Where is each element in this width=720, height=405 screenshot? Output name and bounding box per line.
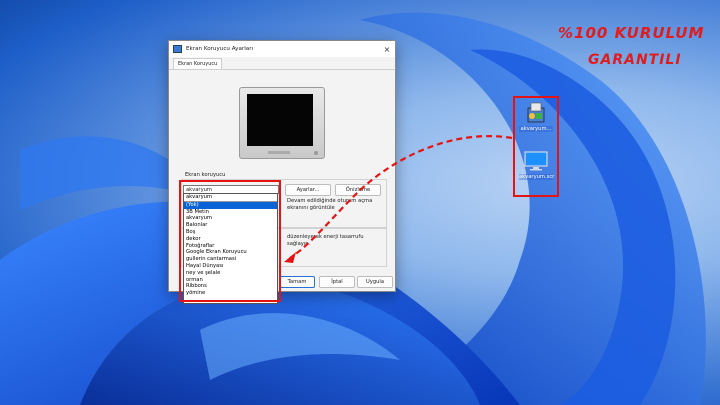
dashed-arrow	[284, 135, 513, 263]
